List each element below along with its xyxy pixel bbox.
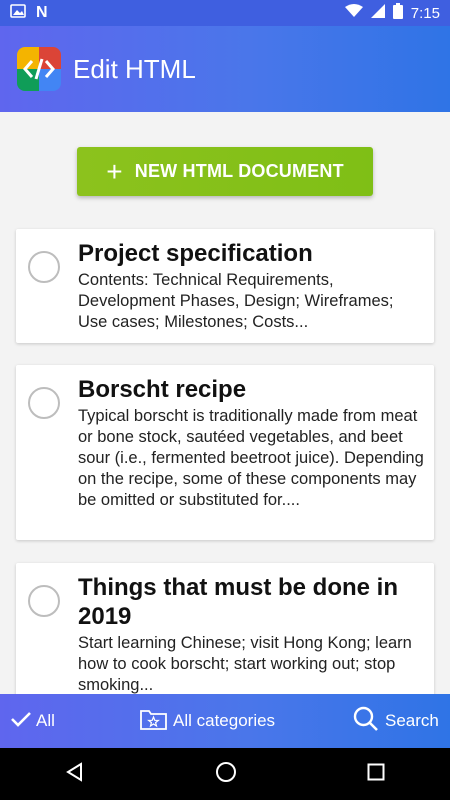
select-all-label: All	[36, 711, 55, 730]
recents-icon[interactable]	[367, 763, 385, 786]
app-title: Edit HTML	[73, 53, 196, 84]
document-card[interactable]: Borscht recipe Typical borscht is tradit…	[16, 365, 434, 540]
bottom-toolbar: All All categories Search	[0, 694, 450, 748]
categories-label: All categories	[173, 711, 276, 730]
select-radio[interactable]	[28, 585, 60, 617]
signal-icon	[370, 4, 385, 22]
select-all-button[interactable]: All	[10, 710, 55, 733]
n-notification-icon: N	[36, 4, 48, 21]
battery-icon	[392, 3, 403, 23]
wifi-icon	[344, 4, 363, 22]
new-html-document-button[interactable]: + NEW HTML DOCUMENT	[77, 147, 373, 196]
plus-icon: +	[106, 155, 123, 187]
document-title: Project specification	[78, 240, 313, 267]
document-title: Borscht recipe	[78, 376, 247, 403]
document-title: Things that must be done in 2019	[78, 574, 398, 630]
search-button[interactable]: Search	[353, 706, 439, 737]
photo-notification-icon	[10, 3, 26, 23]
select-radio[interactable]	[28, 251, 60, 283]
code-brackets-icon	[17, 47, 61, 91]
search-icon	[353, 706, 379, 737]
new-button-label: NEW HTML DOCUMENT	[134, 161, 344, 181]
system-navigation-bar	[0, 748, 450, 800]
status-bar: N 7:15	[0, 0, 450, 26]
clock-time: 7:15	[410, 4, 440, 22]
document-description: Typical borscht is traditionally made fr…	[78, 407, 424, 509]
back-icon[interactable]	[65, 761, 85, 787]
select-radio[interactable]	[28, 387, 60, 419]
app-bar: Edit HTML	[0, 26, 450, 112]
check-icon	[10, 710, 32, 733]
search-label: Search	[385, 711, 439, 730]
folder-star-icon	[140, 708, 167, 735]
document-card[interactable]: Project specification Contents: Technica…	[16, 229, 434, 343]
home-icon[interactable]	[215, 761, 237, 788]
document-description: Start learning Chinese; visit Hong Kong;…	[78, 634, 412, 694]
categories-button[interactable]: All categories	[140, 708, 275, 735]
document-description: Contents: Technical Requirements, Develo…	[78, 271, 394, 331]
